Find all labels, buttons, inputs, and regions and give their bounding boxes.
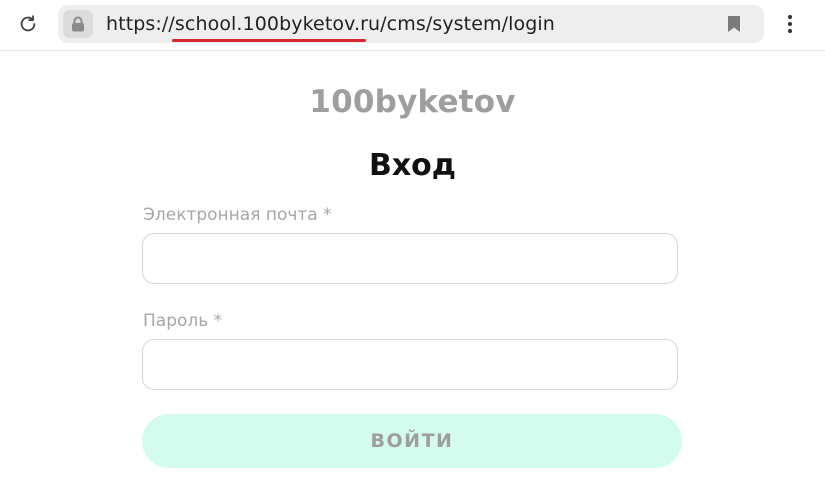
domain-underline [172,39,366,42]
password-label: Пароль * [143,311,223,331]
page-title: Вход [368,148,457,183]
password-field[interactable] [142,339,678,390]
brand-logo[interactable]: 100byketov [0,84,825,120]
lock-icon[interactable] [63,10,93,38]
address-bar[interactable]: https://school.100byketov.ru/cms/system/… [58,5,764,43]
more-vertical-icon[interactable] [778,10,802,38]
browser-toolbar: https://school.100byketov.ru/cms/system/… [0,0,825,51]
url-text[interactable]: https://school.100byketov.ru/cms/system/… [106,13,555,35]
email-label: Электронная почта * [143,205,332,225]
email-input[interactable] [143,234,677,283]
bookmark-icon[interactable] [724,14,744,34]
login-button[interactable]: ВОЙТИ [142,414,682,468]
email-field[interactable] [142,233,678,284]
password-input[interactable] [143,340,677,389]
reload-icon[interactable] [14,10,42,38]
